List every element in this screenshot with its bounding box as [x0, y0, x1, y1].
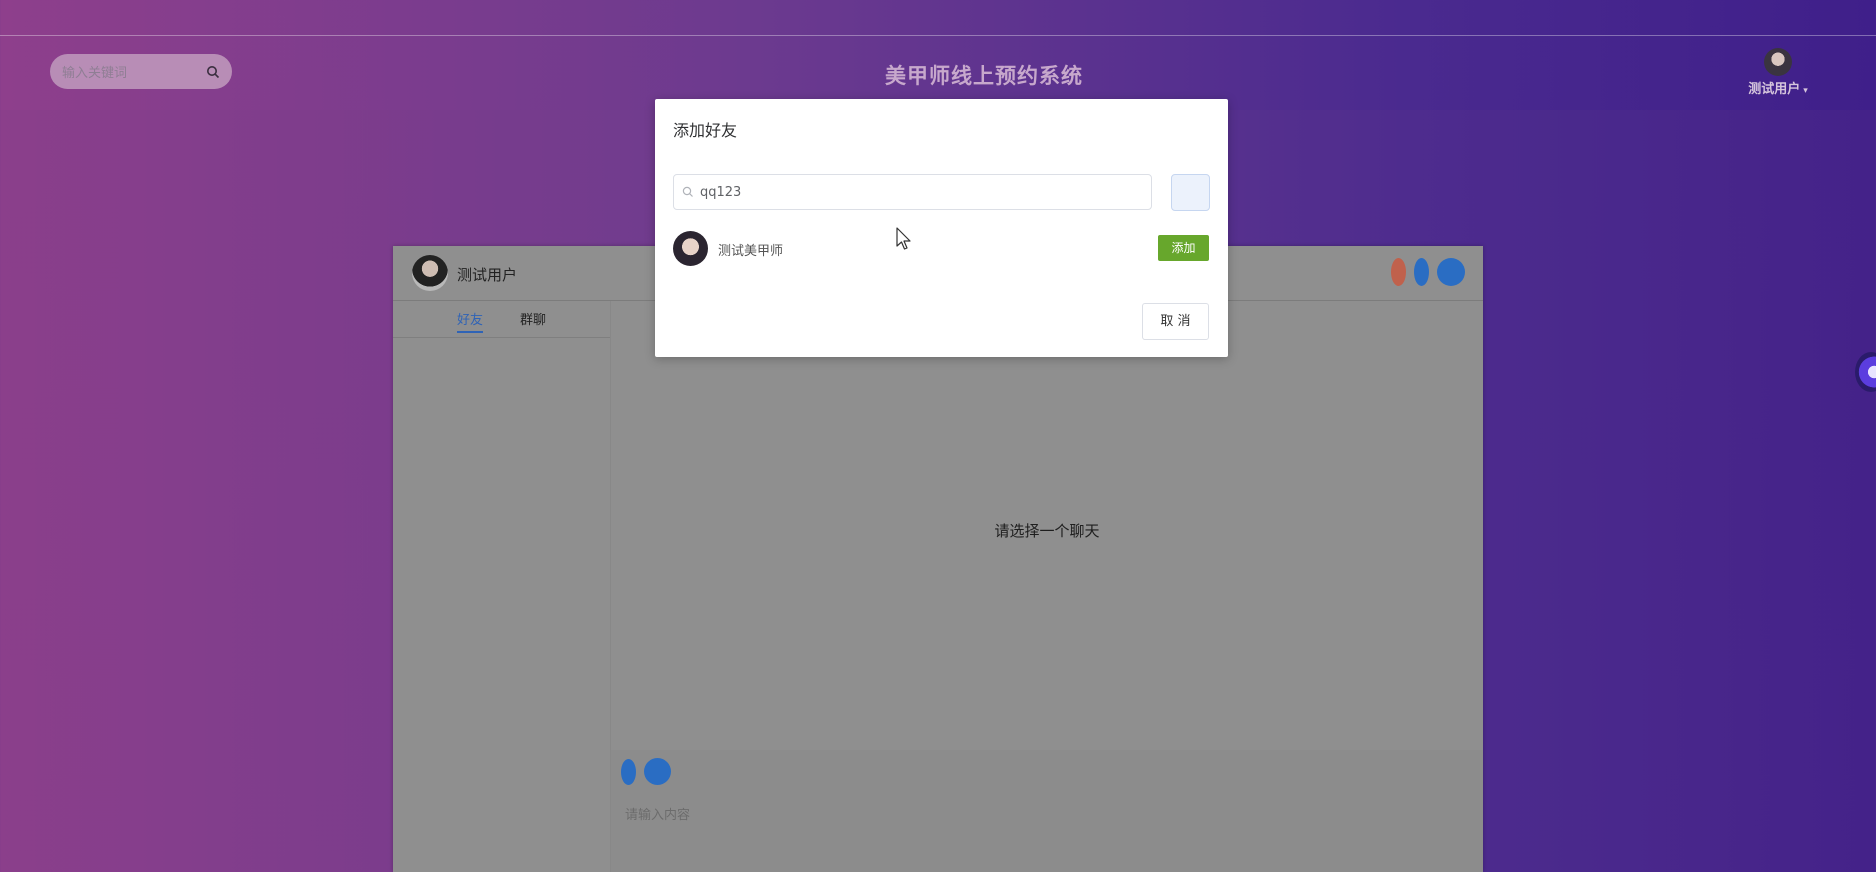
dialog-title: 添加好友	[673, 121, 738, 140]
blue-circle-icon[interactable]	[1437, 258, 1465, 286]
chat-sidebar: 好友 群聊	[393, 301, 611, 872]
friend-search-input[interactable]: qq123	[673, 174, 1152, 210]
cancel-button[interactable]: 取 消	[1142, 303, 1209, 340]
result-user-name: 测试美甲师	[718, 244, 784, 259]
chevron-down-icon[interactable]: ▾	[1803, 86, 1808, 96]
chat-input-area: 请输入内容	[611, 750, 1483, 872]
friend-search-value[interactable]: qq123	[700, 185, 741, 200]
tab-friends[interactable]: 好友	[457, 309, 484, 333]
current-user-avatar	[412, 255, 448, 291]
window-controls	[1391, 258, 1465, 286]
chat-main: 请选择一个聊天	[611, 301, 1483, 749]
add-friend-button[interactable]: 添加	[1158, 235, 1209, 261]
avatar	[673, 231, 708, 266]
empty-chat-message: 请选择一个聊天	[994, 522, 1100, 540]
user-menu[interactable]: 测试用户 ▾	[1738, 48, 1818, 97]
friend-search-button[interactable]	[1171, 174, 1210, 211]
search-icon	[682, 186, 693, 197]
avatar[interactable]	[1764, 48, 1792, 76]
tab-groups[interactable]: 群聊	[520, 309, 546, 328]
site-title: 美甲师线上预约系统	[885, 64, 1083, 88]
image-icon[interactable]	[644, 758, 671, 785]
mouse-cursor-icon	[896, 227, 911, 250]
red-dot-icon[interactable]	[1391, 258, 1406, 286]
emoji-icon[interactable]	[621, 758, 636, 785]
chat-tabs: 好友 群聊	[393, 301, 610, 338]
current-user-name: 测试用户	[457, 266, 518, 284]
message-input[interactable]: 请输入内容	[625, 804, 690, 823]
add-friend-dialog: 添加好友 qq123 测试美甲师 添加 取 消	[655, 99, 1228, 357]
blue-dot-icon[interactable]	[1414, 258, 1429, 286]
user-name[interactable]: 测试用户	[1748, 82, 1800, 97]
input-toolbar	[621, 758, 671, 785]
